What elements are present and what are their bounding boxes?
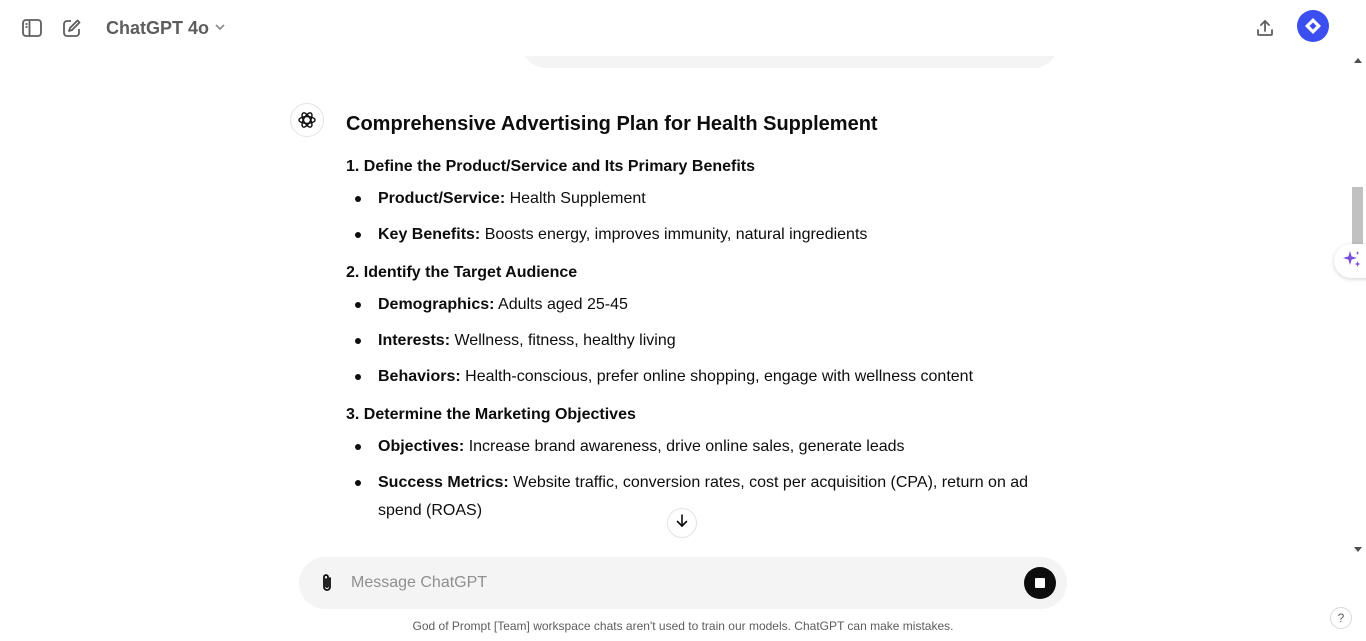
section-heading: 1. Define the Product/Service and Its Pr…	[346, 158, 756, 175]
chevron-down-icon	[213, 18, 227, 39]
help-button[interactable]: ?	[1330, 607, 1352, 629]
item-label: Interests:	[378, 332, 451, 349]
assistant-avatar-icon	[290, 103, 324, 137]
message-input[interactable]	[351, 569, 1011, 597]
disclaimer-text: God of Prompt [Team] workspace chats are…	[412, 619, 954, 633]
scroll-to-bottom-button[interactable]	[667, 508, 697, 538]
bullet-list: Product/Service: Health Supplement Key B…	[346, 185, 1058, 249]
conversation-area: Comprehensive Advertising Plan for Healt…	[0, 56, 1350, 556]
section-heading: 2. Identify the Target Audience	[346, 264, 578, 281]
item-text: Health Supplement	[505, 190, 646, 207]
list-item: Key Benefits: Boosts energy, improves im…	[346, 221, 1058, 249]
section-heading: 3. Determine the Marketing Objectives	[346, 406, 636, 423]
message-title: Comprehensive Advertising Plan for Healt…	[346, 113, 878, 135]
list-item: Demographics: Adults aged 25-45	[346, 291, 1058, 319]
model-label: ChatGPT 4o	[106, 17, 210, 38]
item-label: Product/Service:	[378, 190, 506, 207]
assistant-message: Comprehensive Advertising Plan for Healt…	[346, 112, 1058, 537]
share-icon[interactable]	[1249, 12, 1281, 44]
item-label: Behaviors:	[378, 368, 461, 385]
item-text: Boosts energy, improves immunity, natura…	[480, 226, 868, 243]
stop-square-icon	[1035, 578, 1045, 588]
paperclip-icon[interactable]	[313, 569, 341, 597]
top-bar: ChatGPT 4o	[0, 0, 1366, 56]
sparkle-icon	[1342, 249, 1362, 274]
sidebar-toggle-icon[interactable]	[16, 12, 48, 44]
page-scrollbar[interactable]	[1350, 56, 1366, 556]
item-label: Success Metrics:	[378, 474, 509, 491]
item-text: Health-conscious, prefer online shopping…	[460, 368, 974, 385]
list-item: Behaviors: Health-conscious, prefer onli…	[346, 363, 1058, 391]
item-text: Increase brand awareness, drive online s…	[464, 438, 905, 455]
scroll-down-arrow-icon[interactable]	[1354, 547, 1362, 552]
scrollbar-thumb[interactable]	[1352, 187, 1363, 244]
bullet-list: Demographics: Adults aged 25-45 Interest…	[346, 291, 1058, 391]
list-item: Success Metrics: Website traffic, conver…	[346, 469, 1058, 525]
model-selector[interactable]: ChatGPT 4o	[98, 12, 235, 44]
list-item: Product/Service: Health Supplement	[346, 185, 1058, 213]
item-text: Wellness, fitness, healthy living	[450, 332, 676, 349]
list-item: Interests: Wellness, fitness, healthy li…	[346, 327, 1058, 355]
user-avatar[interactable]	[1297, 10, 1329, 42]
item-label: Objectives:	[378, 438, 465, 455]
list-item: Objectives: Increase brand awareness, dr…	[346, 433, 1058, 461]
bullet-list: Objectives: Increase brand awareness, dr…	[346, 433, 1058, 525]
message-composer	[299, 557, 1067, 609]
item-text: Adults aged 25-45	[494, 296, 628, 313]
new-chat-icon[interactable]	[56, 12, 88, 44]
item-label: Key Benefits:	[378, 226, 481, 243]
scroll-up-arrow-icon[interactable]	[1354, 58, 1362, 63]
arrow-down-icon	[674, 513, 690, 534]
stop-generating-button[interactable]	[1024, 567, 1056, 599]
item-label: Demographics:	[378, 296, 495, 313]
sparkle-assistant-button[interactable]	[1334, 244, 1366, 278]
